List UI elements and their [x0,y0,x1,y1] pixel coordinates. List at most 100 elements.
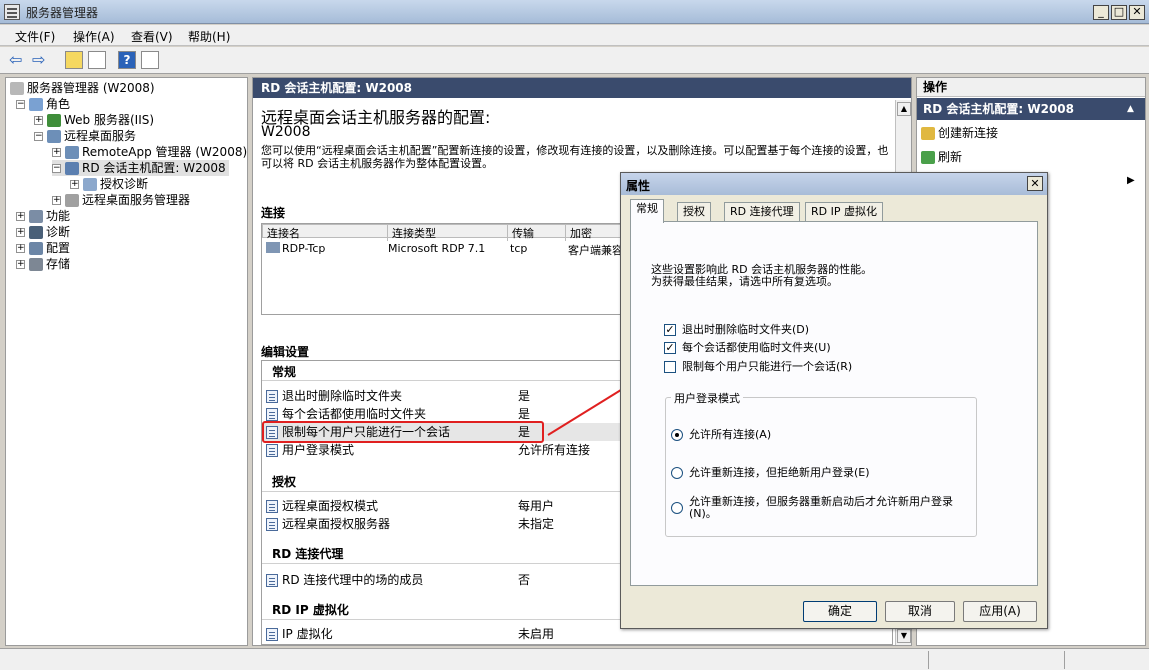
tab-connection-broker[interactable]: RD 连接代理 [724,202,800,222]
submenu-arrow-icon[interactable]: ▶ [1127,175,1135,186]
tree-item-storage[interactable]: + 存储 [16,256,70,272]
expand-icon[interactable]: + [52,148,61,157]
actions-section-header[interactable]: RD 会话主机配置: W2008 ▲ [917,98,1145,120]
menu-view[interactable]: 查看(V) [131,28,173,45]
tree-item-features-label: 功能 [46,209,71,223]
cancel-button[interactable]: 取消 [885,601,955,622]
cell-type: Microsoft RDP 7.1 [388,242,486,255]
expand-icon[interactable]: + [16,228,25,237]
up-folder-icon[interactable] [65,51,83,69]
setting-label: 退出时删除临时文件夹 [282,389,403,403]
collapse-icon[interactable]: − [52,164,61,173]
actions-section-label: RD 会话主机配置: W2008 [923,102,1074,116]
radio-unselected-icon[interactable] [671,467,683,479]
collapse-icon[interactable]: − [16,100,25,109]
radio-selected-icon[interactable] [671,429,683,441]
tree-item-rdsh-config-label: RD 会话主机配置: W2008 [82,161,226,175]
tab-general[interactable]: 常规 [630,199,664,223]
menu-action[interactable]: 操作(A) [73,28,115,45]
menu-file[interactable]: 文件(F) [15,28,55,45]
rd-manager-icon [65,194,79,207]
tab-ip-virtualization[interactable]: RD IP 虚拟化 [805,202,883,222]
setting-label: IP 虚拟化 [282,627,333,641]
tree-item-rds[interactable]: − 远程桌面服务 [34,128,136,144]
actions-title: 操作 [917,78,1145,97]
checkbox-checked-icon[interactable]: ✓ [664,324,676,336]
radio-unselected-icon[interactable] [671,502,683,514]
roles-icon [29,98,43,111]
col-name[interactable]: 连接名 [267,225,300,241]
col-type[interactable]: 连接类型 [387,225,436,241]
web-server-icon [47,114,61,127]
tree-item-rd-manager[interactable]: + 远程桌面服务管理器 [52,192,190,208]
tree-item-licensing-diag[interactable]: + 授权诊断 [70,176,148,192]
radio-deny-new-logons[interactable]: 允许重新连接，但拒绝新用户登录(E) [671,464,870,480]
tree-item-configuration[interactable]: + 配置 [16,240,70,256]
connection-icon [266,242,280,253]
close-button[interactable]: ✕ [1129,5,1145,20]
tree-item-diagnostics[interactable]: + 诊断 [16,224,70,240]
tree-item-rdsh-config[interactable]: − RD 会话主机配置: W2008 [52,160,229,176]
radio-deny-until-restart[interactable]: 允许重新连接，但服务器重新启动后才允许新用户登录(N)。 [671,496,961,520]
expand-icon[interactable]: + [16,260,25,269]
radio-allow-all[interactable]: 允许所有连接(A) [671,426,771,442]
tree-root-label: 服务器管理器 (W2008) [27,81,155,95]
dialog-close-button[interactable]: ✕ [1027,176,1043,191]
scroll-down-icon[interactable]: ▼ [897,629,911,643]
action-create-connection[interactable]: 创建新连接 [921,124,998,142]
menu-help[interactable]: 帮助(H) [188,28,230,45]
action-refresh[interactable]: 刷新 [921,148,962,166]
checkbox-checked-icon[interactable]: ✓ [664,342,676,354]
tab-licensing[interactable]: 授权 [677,202,711,222]
checkbox-single-session[interactable]: 限制每个用户只能进行一个会话(R) [664,358,852,374]
toolbar: ⇦ ⇨ ? [0,47,1149,74]
setting-label: RD 连接代理中的场的成员 [282,573,424,587]
setting-value: 每用户 [518,499,555,513]
expand-icon[interactable]: + [16,244,25,253]
action-refresh-label: 刷新 [938,150,963,164]
tree-item-features[interactable]: + 功能 [16,208,70,224]
help-icon[interactable]: ? [118,51,136,69]
checkbox-temp-per-session[interactable]: ✓ 每个会话都使用临时文件夹(U) [664,339,831,355]
dialog-desc-2: 为获得最佳结果，请选中所有复选项。 [651,275,838,288]
checkbox-unchecked-icon[interactable] [664,361,676,373]
group-connection-broker: RD 连接代理 [272,547,344,561]
tree-item-remoteapp[interactable]: + RemoteApp 管理器 (W2008) [52,144,247,160]
scroll-up-icon[interactable]: ▲ [897,102,911,116]
checkbox-delete-temp[interactable]: ✓ 退出时删除临时文件夹(D) [664,321,809,337]
tree-item-roles[interactable]: − 角色 [16,96,70,112]
tree-item-rd-manager-label: 远程桌面服务管理器 [82,193,191,207]
edit-settings-title: 编辑设置 [261,345,310,359]
expand-icon[interactable]: + [16,212,25,221]
minimize-button[interactable]: _ [1093,5,1109,20]
cell-encryption: 客户端兼容 [568,244,623,257]
logon-mode-group-title: 用户登录模式 [671,390,743,406]
tree-item-rds-label: 远程桌面服务 [64,129,137,143]
property-icon [266,408,278,421]
tree-item-diagnostics-label: 诊断 [46,225,71,239]
apply-button[interactable]: 应用(A) [963,601,1037,622]
tree-root[interactable]: 服务器管理器 (W2008) [10,80,155,96]
show-hide-action-pane-icon[interactable] [141,51,159,69]
collapse-icon[interactable]: − [34,132,43,141]
tree-item-web-server[interactable]: + Web 服务器(IIS) [34,112,154,128]
col-transport[interactable]: 传输 [507,225,534,241]
show-hide-tree-icon[interactable] [88,51,106,69]
connections-title: 连接 [261,206,286,220]
back-arrow-icon[interactable]: ⇦ [9,52,27,68]
ok-button[interactable]: 确定 [803,601,877,622]
forward-arrow-icon[interactable]: ⇨ [32,52,50,68]
col-encryption[interactable]: 加密 [565,225,592,241]
expand-icon[interactable]: + [34,116,43,125]
setting-label: 每个会话都使用临时文件夹 [282,407,427,421]
setting-value: 否 [518,573,531,587]
collapse-up-icon[interactable]: ▲ [1127,98,1134,120]
expand-icon[interactable]: + [52,196,61,205]
tree-item-configuration-label: 配置 [46,241,71,255]
property-icon [266,574,278,587]
licensing-diagnosis-icon [83,178,97,191]
dialog-title: 属性 [626,179,651,193]
maximize-button[interactable]: □ [1111,5,1127,20]
setting-value: 未启用 [518,627,555,641]
expand-icon[interactable]: + [70,180,79,189]
